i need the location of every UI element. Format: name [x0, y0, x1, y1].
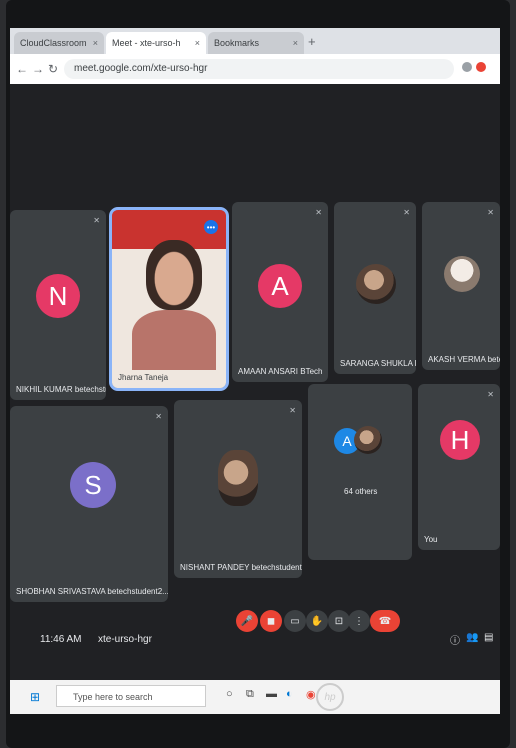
avatar — [354, 426, 382, 454]
clock: 11:46 AM — [40, 634, 82, 645]
participant-tile[interactable]: ✕ NISHANT PANDEY betechstudent2020... — [174, 400, 302, 578]
mic-off-icon: ✕ — [403, 208, 410, 217]
video-feed-person — [146, 240, 202, 310]
mic-off-icon: ✕ — [487, 390, 494, 399]
edge-icon[interactable]: ◐ — [286, 688, 293, 700]
info-icon[interactable]: ⓘ — [450, 632, 460, 647]
video-feed-person-body — [132, 310, 216, 370]
task-view-icon[interactable]: ⧉ — [246, 688, 254, 701]
participant-tile[interactable]: ✕ A AMAAN ANSARI BTech — [232, 202, 328, 382]
address-bar: ← → ↻ meet.google.com/xte-urso-hgr — [10, 54, 500, 84]
avatar: S — [70, 462, 116, 508]
participant-name: SHOBHAN SRIVASTAVA betechstudent2... — [16, 587, 168, 596]
raise-hand-button[interactable]: ✋ — [306, 610, 328, 632]
mic-off-icon: ✕ — [155, 412, 162, 421]
tab-label: Meet - xte-urso-h — [112, 38, 181, 48]
participant-tile-others[interactable]: A 64 others — [308, 384, 412, 560]
mic-off-icon: ✕ — [289, 406, 296, 415]
avatar — [356, 264, 396, 304]
participant-tile[interactable]: ✕ AKASH VERMA betechstudent... — [422, 202, 500, 370]
hp-logo: hp — [316, 683, 344, 711]
close-icon[interactable]: × — [195, 38, 200, 48]
close-icon[interactable]: × — [93, 38, 98, 48]
browser-tabbar: CloudClassroom × Meet - xte-urso-h × Bookm… — [10, 28, 500, 54]
browser-tab-2[interactable]: Meet - xte-urso-h × — [106, 32, 206, 54]
people-icon[interactable]: 👥 — [466, 632, 478, 643]
participant-tile[interactable]: ✕ SARANGA SHUKLA btechstu... — [334, 202, 416, 374]
speaking-icon: ••• — [204, 220, 218, 234]
leave-call-button[interactable]: ☎ — [370, 610, 400, 632]
taskbar-search-input[interactable]: Type here to search — [56, 685, 206, 707]
tab-label: CloudClassroom — [20, 38, 87, 48]
avatar — [218, 450, 258, 506]
participant-name: NIKHIL KUMAR betechstudent... — [16, 385, 106, 394]
participant-name: SARANGA SHUKLA btechstu... — [340, 359, 416, 368]
participant-tile-speaking[interactable]: ••• Jharna Taneja — [109, 207, 229, 391]
browser-tab-1[interactable]: CloudClassroom × — [14, 32, 104, 54]
close-icon[interactable]: × — [293, 38, 298, 48]
captions-button[interactable]: ▭ — [284, 610, 306, 632]
avatar: N — [36, 274, 80, 318]
meeting-code: xte-urso-hgr — [98, 634, 152, 645]
participant-name: Jharna Taneja — [118, 373, 169, 382]
participant-name: You — [424, 535, 438, 544]
mic-toggle-button[interactable]: 🎤 — [236, 610, 258, 632]
back-icon[interactable]: ← — [16, 62, 28, 76]
participant-tile[interactable]: ✕ S SHOBHAN SRIVASTAVA betechstudent2... — [10, 406, 168, 602]
avatar: A — [258, 264, 302, 308]
mic-off-icon: ✕ — [315, 208, 322, 217]
chat-icon[interactable]: ▤ — [484, 632, 493, 643]
participant-tile[interactable]: ✕ N NIKHIL KUMAR betechstudent... — [10, 210, 106, 400]
participant-name: NISHANT PANDEY betechstudent2020... — [180, 563, 302, 572]
more-options-button[interactable]: ⋮ — [348, 610, 370, 632]
mic-off-icon: ✕ — [93, 216, 100, 225]
mic-off-icon: ✕ — [487, 208, 494, 217]
new-tab-button[interactable]: + — [308, 34, 316, 49]
present-button[interactable]: ⊡ — [328, 610, 350, 632]
participant-name: 64 others — [344, 487, 378, 496]
avatar — [444, 256, 480, 292]
chrome-icon[interactable]: ◉ — [306, 688, 316, 701]
browser-tab-3[interactable]: Bookmarks × — [208, 32, 304, 54]
participant-name: AMAAN ANSARI BTech — [238, 367, 323, 376]
task-view-icon[interactable]: ○ — [226, 688, 233, 700]
extension-icon[interactable] — [462, 62, 472, 72]
file-explorer-icon[interactable]: ▬ — [266, 688, 277, 700]
forward-icon[interactable]: → — [32, 62, 44, 76]
camera-toggle-button[interactable]: ◼ — [260, 610, 282, 632]
windows-start-icon[interactable]: ⊞ — [30, 690, 40, 704]
avatar: H — [440, 420, 480, 460]
meet-grid: ✕ N NIKHIL KUMAR betechstudent... ••• Jh… — [10, 84, 500, 680]
participant-tile-self[interactable]: ✕ H You — [418, 384, 500, 550]
screen: CloudClassroom × Meet - xte-urso-h × Bookm… — [10, 28, 500, 680]
participant-name: AKASH VERMA betechstudent... — [428, 355, 500, 364]
profile-icon[interactable] — [476, 62, 486, 72]
tab-label: Bookmarks — [214, 38, 260, 48]
url-input[interactable]: meet.google.com/xte-urso-hgr — [64, 59, 454, 79]
reload-icon[interactable]: ↻ — [48, 62, 58, 76]
